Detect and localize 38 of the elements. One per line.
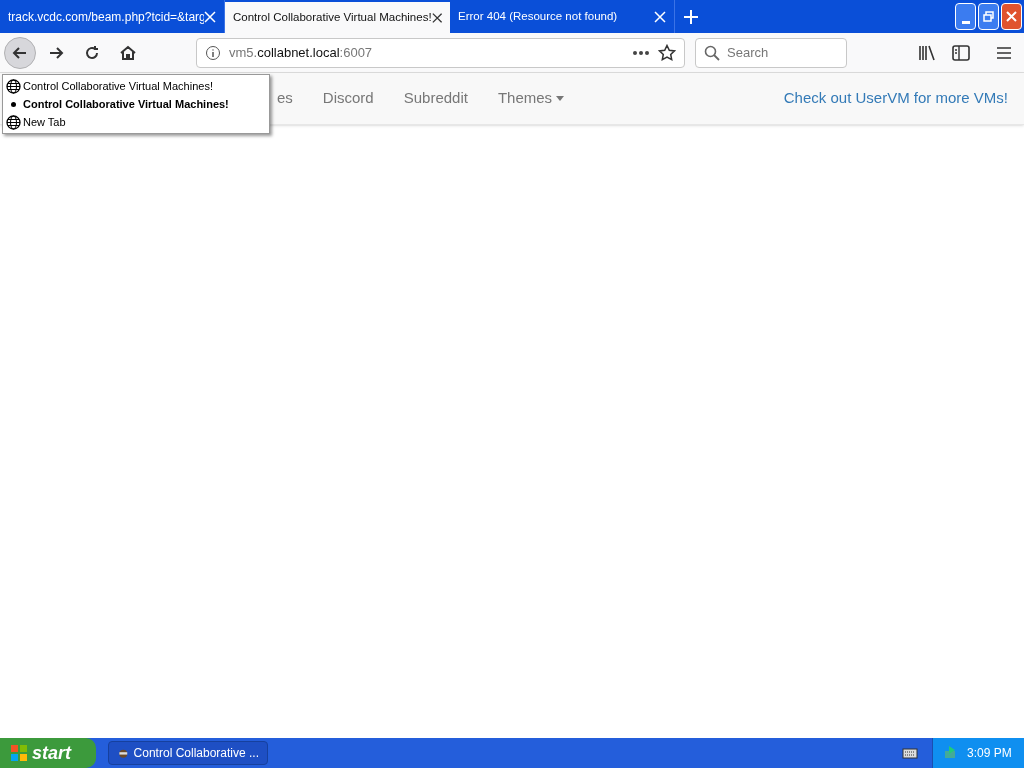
restore-icon — [983, 11, 994, 22]
start-button[interactable]: start — [0, 738, 96, 768]
search-icon — [704, 44, 720, 61]
menu-icon[interactable] — [996, 45, 1012, 60]
home-icon — [119, 43, 137, 62]
restore-button[interactable] — [978, 3, 999, 30]
history-item[interactable]: New Tab — [3, 113, 269, 131]
close-icon[interactable] — [431, 11, 442, 24]
nav-link[interactable]: Discord — [307, 87, 389, 110]
globe-icon — [6, 78, 21, 94]
taskbar-button[interactable]: Control Collaborative ... — [108, 741, 268, 765]
history-item[interactable]: Control Collaborative Virtual Machines! — [3, 77, 269, 95]
address-bar[interactable]: vm5.collabnet.local:6007 — [196, 37, 685, 68]
tab-title: Control Collaborative Virtual Machines! — [233, 9, 432, 25]
new-tab-icon[interactable] — [683, 8, 699, 25]
globe-icon — [6, 114, 21, 130]
library-icon[interactable] — [918, 44, 936, 61]
clock: 3:09 PM — [967, 745, 1012, 762]
windows-logo-icon — [10, 744, 28, 762]
close-icon — [1006, 11, 1017, 22]
close-button[interactable] — [1001, 3, 1022, 30]
history-item[interactable]: Control Collaborative Virtual Machines! — [3, 95, 269, 113]
minimize-icon — [961, 21, 970, 24]
reload-icon — [83, 43, 101, 62]
keyboard-icon[interactable] — [902, 747, 918, 759]
uservm-link[interactable]: Check out UserVM for more VMs! — [783, 87, 1008, 110]
tab-title: Error 404 (Resource not found) — [458, 8, 619, 24]
sidebar-icon[interactable] — [952, 44, 970, 61]
more-icon[interactable] — [632, 49, 650, 56]
nav-link[interactable]: Themes — [482, 87, 580, 110]
url-text: vm5.collabnet.local:6007 — [229, 43, 373, 62]
search-field[interactable]: Search — [695, 37, 847, 68]
browser-tab[interactable]: Control Collaborative Virtual Machines! — [225, 2, 450, 33]
minimize-button[interactable] — [955, 3, 976, 30]
star-icon[interactable] — [658, 43, 676, 62]
back-button[interactable] — [4, 36, 36, 69]
info-icon[interactable] — [205, 44, 221, 61]
nav-link[interactable]: Subreddit — [388, 87, 483, 110]
